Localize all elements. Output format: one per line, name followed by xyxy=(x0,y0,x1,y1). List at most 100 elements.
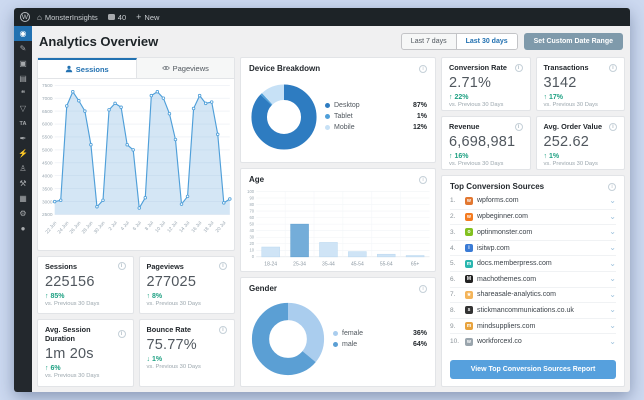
metric-sub: vs. Previous 30 Days xyxy=(45,373,100,380)
metric-change: ↑ 85% xyxy=(45,292,65,300)
sidebar-item-users[interactable]: ♙ xyxy=(14,161,32,176)
svg-text:25-34: 25-34 xyxy=(293,262,306,268)
screenshot-frame: W ⌂ MonsterInsights 40 + New ◉ ✎ ▣ ▤ ❝ ▽ TA ✒ ⚡ ♙… xyxy=(0,0,644,400)
metric-sub: vs. Previous 30 Days xyxy=(543,102,598,108)
svg-text:10 Jul: 10 Jul xyxy=(154,220,167,234)
metrics-right-grid: Conversion Rate i 2.71% ↑ 22% vs. Previous 3… xyxy=(441,57,625,170)
chevron-down-icon[interactable]: ⌄ xyxy=(609,306,616,314)
info-icon[interactable]: i xyxy=(608,182,616,191)
info-icon[interactable]: i xyxy=(219,325,227,334)
info-icon[interactable]: i xyxy=(609,122,617,131)
metric-change: ↑ 8% xyxy=(146,292,163,300)
sidebar-item-pages[interactable]: ▤ xyxy=(14,71,32,86)
person-icon xyxy=(65,65,72,73)
legend-label: Mobile xyxy=(334,124,355,131)
list-item[interactable]: 9. m mindsuppliers.com ⌄ xyxy=(450,317,616,334)
admin-bar-site-link[interactable]: ⌂ MonsterInsights xyxy=(32,8,103,26)
sidebar-item-tools[interactable]: ⚒ xyxy=(14,176,32,191)
view-report-button[interactable]: View Top Conversion Sources Report xyxy=(450,360,616,379)
sidebar-item-monsterinsights[interactable]: ⚙ xyxy=(14,206,32,221)
svg-text:12 Jul: 12 Jul xyxy=(166,220,179,234)
legend-value: 87% xyxy=(412,102,427,109)
list-item[interactable]: 10. w workforcexl.co ⌄ xyxy=(450,333,616,349)
list-item[interactable]: 2. w wpbeginner.com ⌄ xyxy=(450,208,616,225)
sidebar-item-appearance[interactable]: ✒ xyxy=(14,131,32,146)
info-icon[interactable]: i xyxy=(419,284,427,293)
source-domain: shareasale-analytics.com xyxy=(477,291,556,299)
plus-icon: + xyxy=(136,11,142,22)
svg-text:18-24: 18-24 xyxy=(264,262,277,268)
sidebar-item-plugins[interactable]: ⚡ xyxy=(14,146,32,161)
metric-label-text: Sessions xyxy=(45,261,78,271)
metric-card: Revenue i 6,698,981 ↑ 16% vs. Previous 30 Da… xyxy=(441,116,531,170)
metric-value: 3142 xyxy=(543,75,577,91)
tab-pageviews-label: Pageviews xyxy=(172,63,209,73)
card-head: Gender i xyxy=(241,278,435,295)
metric-sub: vs. Previous 30 Days xyxy=(146,300,201,307)
sidebar-item-ta-plugin[interactable]: TA xyxy=(14,116,32,131)
home-icon: ⌂ xyxy=(37,12,42,22)
comment-icon xyxy=(107,14,115,20)
svg-text:10: 10 xyxy=(249,248,254,253)
set-custom-date-range-button[interactable]: Set Custom Date Range xyxy=(523,33,623,50)
device-donut-chart xyxy=(251,83,317,150)
metric-label-text: Transactions xyxy=(543,63,589,72)
list-item[interactable]: 5. m docs.memberpress.com ⌄ xyxy=(450,255,616,271)
favicon-icon: w xyxy=(465,196,473,205)
sessions-trend-chart: 2500 3000 3500 4000 4500 5000 5500 6000 6500 7000… xyxy=(42,83,232,235)
sidebar-item-comments[interactable]: ❝ xyxy=(14,86,32,101)
svg-text:8 Jul: 8 Jul xyxy=(144,220,155,232)
info-icon[interactable]: i xyxy=(219,262,227,271)
wordpress-logo-icon[interactable]: W xyxy=(20,12,30,22)
sidebar-item-collapse[interactable]: ● xyxy=(14,221,32,236)
chevron-down-icon[interactable]: ⌄ xyxy=(609,290,616,299)
source-domain: optinmonster.com xyxy=(477,228,533,236)
last-7-days-button[interactable]: Last 7 days xyxy=(402,34,456,49)
sidebar-item-feedback[interactable]: ▽ xyxy=(14,101,32,116)
last-30-days-button[interactable]: Last 30 days xyxy=(455,34,517,49)
chevron-down-icon[interactable]: ⌄ xyxy=(609,228,616,236)
source-domain: wpforms.com xyxy=(477,197,519,205)
info-icon[interactable]: i xyxy=(514,63,523,72)
page-title: Analytics Overview xyxy=(39,34,159,49)
chevron-down-icon[interactable]: ⌄ xyxy=(609,244,616,252)
metric-value: 2.71% xyxy=(449,75,492,91)
info-icon[interactable]: i xyxy=(117,262,126,271)
source-rows: 1. w wpforms.com ⌄ 2. w wpbeginner.com ⌄ 3. o opti… xyxy=(442,193,624,357)
list-item[interactable]: 1. w wpforms.com ⌄ xyxy=(450,193,616,209)
favicon-icon: i xyxy=(465,244,473,253)
svg-text:3000: 3000 xyxy=(42,199,53,205)
legend-item: male 64% xyxy=(333,341,427,348)
list-item[interactable]: 6. Mmachothemes.com ⌄ xyxy=(450,270,616,287)
chevron-down-icon[interactable]: ⌄ xyxy=(609,196,616,205)
info-icon[interactable]: i xyxy=(514,122,523,131)
tab-pageviews[interactable]: Pageviews xyxy=(136,58,234,78)
chevron-down-icon[interactable]: ⌄ xyxy=(609,275,616,283)
chevron-down-icon[interactable]: ⌄ xyxy=(609,322,616,330)
metric-label-text: Bounce Rate xyxy=(146,325,192,335)
admin-bar-comments[interactable]: 40 xyxy=(103,8,131,26)
list-item[interactable]: 7. ★ shareasale-analytics.com ⌄ xyxy=(450,286,616,303)
metric-label-text: Revenue xyxy=(449,122,480,131)
info-icon[interactable]: i xyxy=(117,330,126,339)
chevron-down-icon[interactable]: ⌄ xyxy=(609,212,616,221)
tab-sessions[interactable]: Sessions xyxy=(38,58,137,78)
sidebar-item-media[interactable]: ▣ xyxy=(14,56,32,71)
sidebar-item-dashboard[interactable]: ◉ xyxy=(14,26,32,41)
chevron-down-icon[interactable]: ⌄ xyxy=(609,337,616,346)
svg-text:80: 80 xyxy=(249,202,254,207)
list-item[interactable]: 8. s stickmancommunications.co.uk ⌄ xyxy=(450,302,616,318)
admin-bar-new[interactable]: + New xyxy=(131,8,164,26)
svg-text:22 Jun: 22 Jun xyxy=(44,220,58,235)
info-icon[interactable]: i xyxy=(419,64,427,73)
list-item[interactable]: 4. i isitwp.com ⌄ xyxy=(450,239,616,256)
sidebar-item-posts-pin[interactable]: ✎ xyxy=(14,41,32,56)
legend-dot xyxy=(325,114,330,119)
chevron-down-icon[interactable]: ⌄ xyxy=(609,259,616,268)
device-legend: Desktop 87% Tablet 1% Mobile 12% xyxy=(325,102,427,131)
info-icon[interactable]: i xyxy=(609,63,617,72)
metric-value: 252.62 xyxy=(543,134,590,150)
list-item[interactable]: 3. o optinmonster.com ⌄ xyxy=(450,224,616,240)
sidebar-item-settings[interactable]: ▦ xyxy=(14,191,32,206)
info-icon[interactable]: i xyxy=(419,175,427,184)
